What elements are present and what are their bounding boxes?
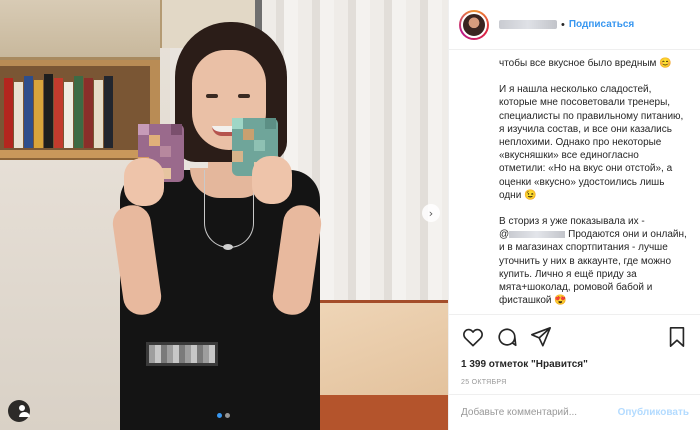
photo-book xyxy=(94,80,103,148)
photo-blurred-label xyxy=(146,342,218,366)
photo-pendant xyxy=(223,244,233,250)
mention-blurred xyxy=(509,231,566,239)
photo-book xyxy=(54,78,63,148)
photo-book xyxy=(74,76,83,148)
chevron-right-icon: › xyxy=(428,206,434,220)
caption-line-top: чтобы все вкусное было вредным 😊 xyxy=(499,58,672,69)
photo-book xyxy=(104,76,113,148)
like-button[interactable] xyxy=(461,325,485,349)
share-icon xyxy=(531,327,551,347)
avatar-image xyxy=(461,11,487,38)
header-separator: • xyxy=(561,18,565,31)
photo-book xyxy=(4,78,13,148)
comment-input[interactable] xyxy=(461,407,618,418)
post-caption: чтобы все вкусное было вредным 😊 И я наш… xyxy=(449,51,700,314)
user-tag-button[interactable] xyxy=(8,400,30,422)
mention-at: @ xyxy=(499,229,510,241)
photo-table xyxy=(300,300,448,410)
share-button[interactable] xyxy=(529,325,553,349)
post-header: • Подписаться xyxy=(449,0,700,50)
photo-book xyxy=(64,82,73,148)
comment-bar: Опубликовать xyxy=(449,394,700,430)
photo-book xyxy=(44,74,53,148)
mention-link[interactable]: @ xyxy=(499,229,568,240)
bookmark-icon xyxy=(669,327,685,347)
comment-button[interactable] xyxy=(495,325,519,349)
photo-book xyxy=(24,76,33,148)
likes-count[interactable]: 1 399 отметок "Нравится" xyxy=(461,359,689,370)
username-blurred[interactable] xyxy=(499,20,557,29)
follow-button[interactable]: Подписаться xyxy=(569,19,634,30)
photo-person-eye xyxy=(206,94,218,98)
photo-table-edge xyxy=(300,395,448,430)
caption-paragraph-1: И я нашла несколько сладостей, которые м… xyxy=(499,84,684,201)
post-date[interactable]: 25 ОКТЯБРЯ xyxy=(461,379,689,386)
carousel-next-button[interactable]: › xyxy=(422,204,440,222)
carousel-indicator xyxy=(217,413,230,418)
post-photo[interactable]: › xyxy=(0,0,448,430)
photo-book xyxy=(14,82,23,148)
save-button[interactable] xyxy=(665,325,689,349)
caption-paragraph-2-prefix: В сториз я уже показывала их - xyxy=(499,216,645,228)
photo-person-eye xyxy=(238,94,250,98)
post-side-panel: • Подписаться чтобы все вкусное было вре… xyxy=(448,0,700,430)
photo-book xyxy=(84,78,93,148)
heart-icon xyxy=(463,328,483,347)
photo-person-hand xyxy=(252,156,292,204)
caption-paragraph-2: В сториз я уже показывала их - @ Продаютс… xyxy=(499,215,687,307)
action-icon-row xyxy=(461,325,689,349)
post-actions: 1 399 отметок "Нравится" 25 ОКТЯБРЯ xyxy=(449,314,700,394)
avatar[interactable] xyxy=(459,9,489,40)
comment-icon xyxy=(498,328,517,347)
carousel-dot xyxy=(225,413,230,418)
carousel-dot xyxy=(217,413,222,418)
photo-necklace xyxy=(204,170,254,248)
caption-paragraph-2-rest: Продаются они и онлайн, и в магазинах сп… xyxy=(499,229,687,307)
publish-button[interactable]: Опубликовать xyxy=(618,407,689,418)
photo-book xyxy=(34,80,43,148)
photo-person-hand xyxy=(124,158,164,206)
photo-cabinet xyxy=(0,0,160,60)
